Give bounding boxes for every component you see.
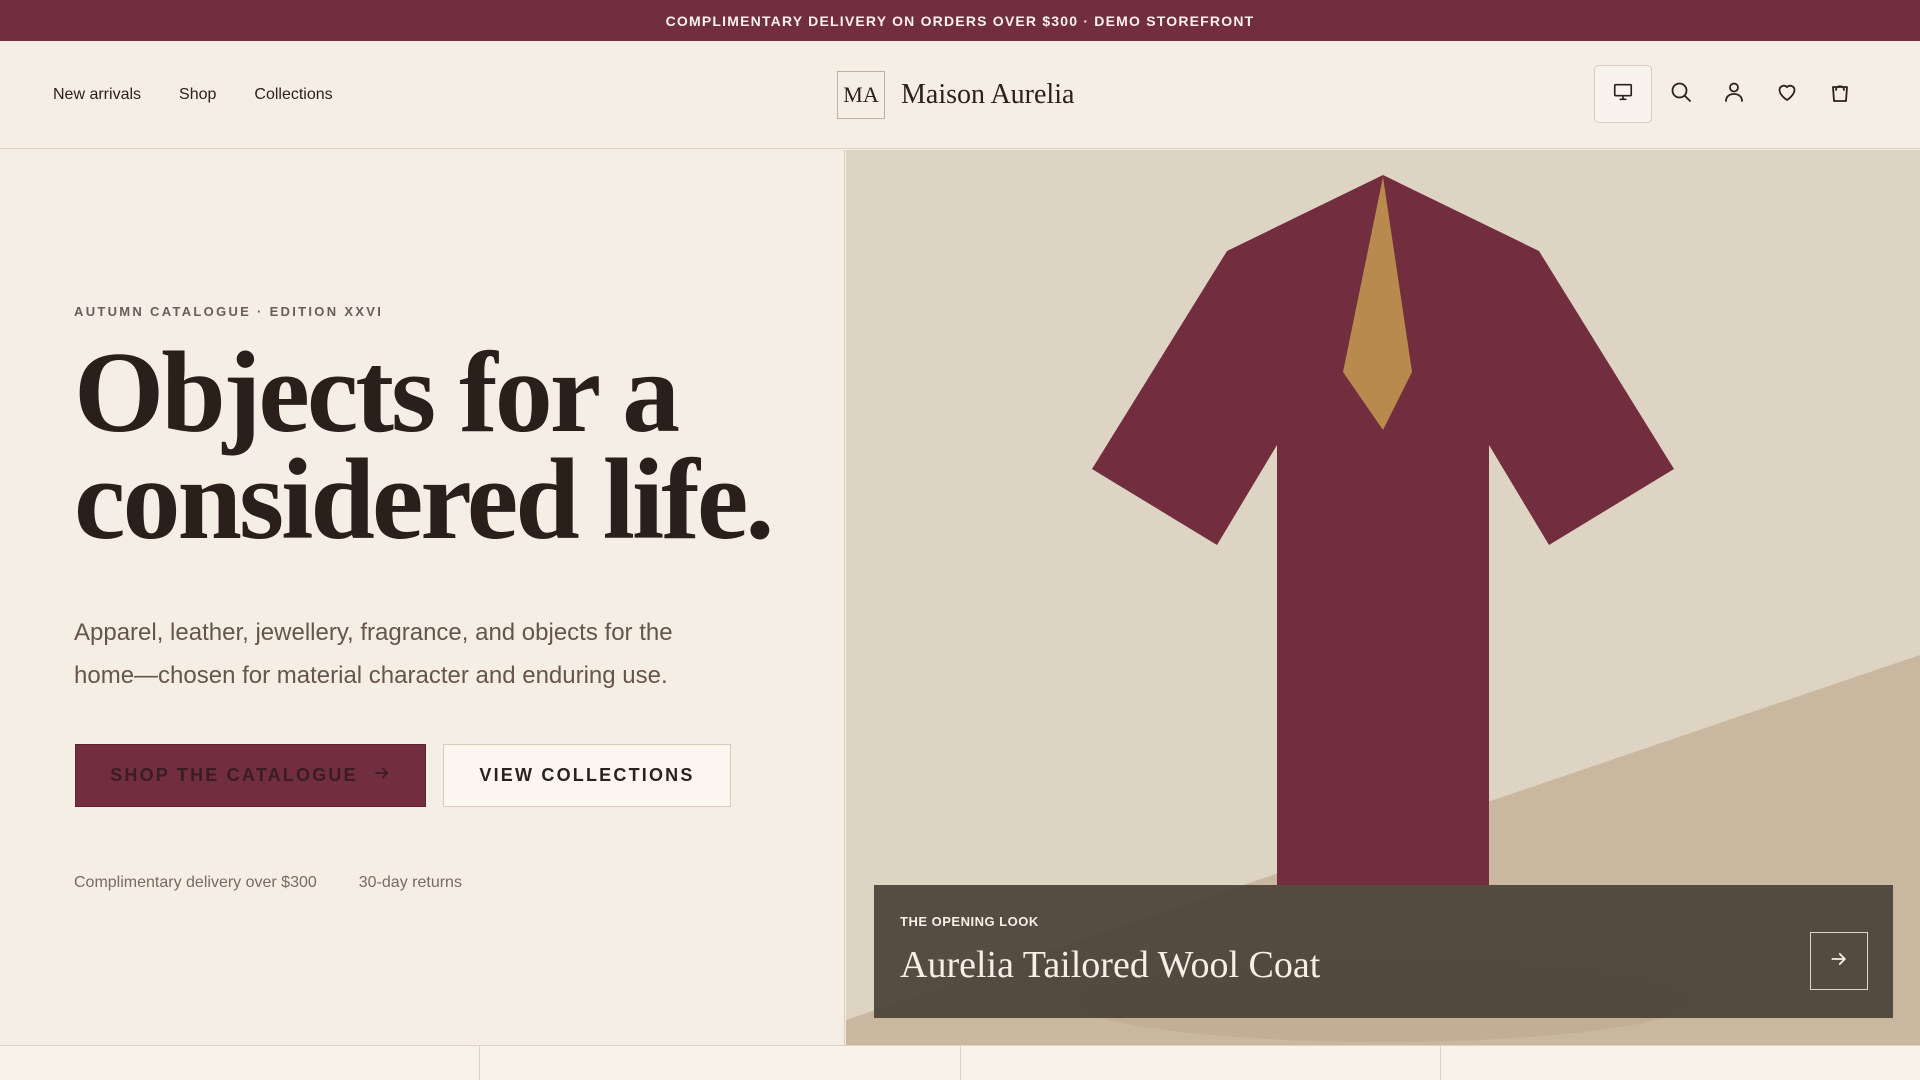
display-button[interactable]	[1594, 65, 1652, 123]
nav-collections[interactable]: Collections	[254, 86, 332, 104]
display-icon	[1612, 81, 1634, 108]
view-collections-button[interactable]: VIEW COLLECTIONS	[443, 744, 731, 807]
hero-lead: Apparel, leather, jewellery, fragrance, …	[74, 611, 774, 697]
lower-section-strip	[0, 1045, 1920, 1080]
hero-headline-line-2: considered life.	[74, 436, 774, 564]
shop-catalogue-button[interactable]: SHOP THE CATALOGUE	[75, 744, 426, 807]
hero-image: THE OPENING LOOK Aurelia Tailored Wool C…	[846, 150, 1920, 1045]
perk-returns: 30-day returns	[358, 874, 462, 891]
site-header: New arrivals Shop Collections MA Maison …	[0, 41, 1920, 149]
account-button[interactable]	[1705, 65, 1763, 123]
primary-nav: New arrivals Shop Collections	[53, 41, 333, 149]
nav-shop[interactable]: Shop	[179, 86, 216, 104]
nav-new-arrivals[interactable]: New arrivals	[53, 86, 141, 104]
strip-divider	[960, 1046, 961, 1080]
hero-headline: Objects for a considered life.	[74, 335, 794, 558]
hero-perks: Complimentary delivery over $300 30-day …	[74, 874, 462, 892]
featured-title: Aurelia Tailored Wool Coat	[900, 944, 1321, 986]
perk-delivery: Complimentary delivery over $300	[74, 874, 317, 891]
announcement-text: COMPLIMENTARY DELIVERY ON ORDERS OVER $3…	[665, 12, 1255, 29]
announcement-bar: COMPLIMENTARY DELIVERY ON ORDERS OVER $3…	[0, 0, 1920, 41]
search-icon	[1669, 80, 1693, 109]
heart-icon	[1775, 80, 1799, 109]
strip-divider	[479, 1046, 480, 1080]
wishlist-button[interactable]	[1758, 65, 1816, 123]
hero-kicker: AUTUMN CATALOGUE · EDITION XXVI	[74, 304, 384, 319]
featured-product-card[interactable]: THE OPENING LOOK Aurelia Tailored Wool C…	[874, 885, 1893, 1018]
search-button[interactable]	[1652, 65, 1710, 123]
view-collections-label: VIEW COLLECTIONS	[479, 765, 695, 785]
hero-lead-line-1: Apparel, leather, jewellery, fragrance, …	[74, 619, 673, 646]
brand-logo[interactable]: MA Maison Aurelia	[837, 71, 1074, 119]
header-actions	[1594, 65, 1864, 123]
strip-divider	[1440, 1046, 1441, 1080]
featured-label: THE OPENING LOOK	[900, 914, 1039, 929]
arrow-right-icon	[1829, 949, 1849, 974]
shopping-bag-icon	[1828, 80, 1852, 109]
arrow-right-icon	[373, 764, 391, 787]
account-icon	[1722, 80, 1746, 109]
brand-monogram: MA	[837, 71, 885, 119]
hero-lead-line-2: home—chosen for material character and e…	[74, 662, 668, 689]
bag-button[interactable]	[1811, 65, 1869, 123]
shop-catalogue-label: SHOP THE CATALOGUE	[110, 765, 358, 785]
featured-product-link[interactable]	[1810, 932, 1868, 990]
hero-content: AUTUMN CATALOGUE · EDITION XXVI Objects …	[0, 150, 845, 1045]
brand-name: Maison Aurelia	[901, 79, 1075, 110]
